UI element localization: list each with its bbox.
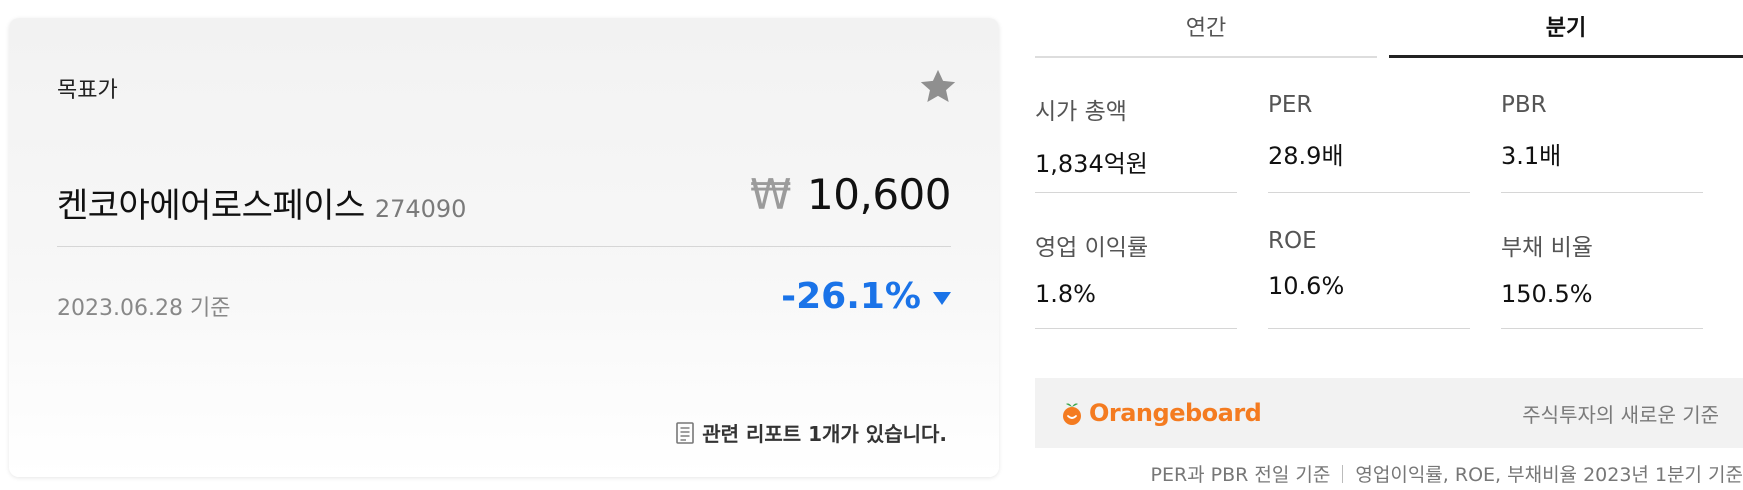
orange-fruit-icon [1063,403,1081,425]
footnote-separator [1342,465,1344,483]
related-report-link[interactable]: 관련 리포트 1개가 있습니다. [676,418,947,447]
metric-label: 부채 비율 [1501,235,1593,261]
metric-per: PER 28.9배 [1268,92,1470,193]
metric-label: 시가 총액 [1035,99,1127,125]
related-report-text: 관련 리포트 1개가 있습니다. [702,422,947,446]
target-price-value: 10,600 [807,170,951,219]
metric-value: 10.6% [1268,272,1345,300]
metric-pbr: PBR 3.1배 [1501,92,1703,193]
metric-divider [1035,328,1237,329]
metric-debt-ratio: 부채 비율 150.5% [1501,228,1703,329]
metric-operating-margin: 영업 이익률 1.8% [1035,228,1237,329]
footnote-ratios: 영업이익률, ROE, 부채비율 2023년 1분기 기준 [1355,464,1743,486]
company-name-row: 켄코아에어로스페이스 274090 [57,178,466,227]
metric-label: PBR [1501,92,1547,118]
as-of-date: 2023.06.28 기준 [57,296,231,321]
metric-label: 영업 이익률 [1035,235,1149,261]
company-name: 켄코아에어로스페이스 [57,186,365,226]
brand-tagline: 주식투자의 새로운 기준 [1522,402,1719,427]
tab-quarterly[interactable]: 분기 [1389,0,1743,58]
card-title: 목표가 [57,78,118,103]
tab-annual[interactable]: 연간 [1035,0,1377,58]
metric-divider [1501,328,1703,329]
down-triangle-icon [933,292,951,305]
metric-market-cap: 시가 총액 1,834억원 [1035,92,1237,193]
footnote-per-pbr: PER과 PBR 전일 기준 [1150,464,1331,486]
target-price: ₩10,600 [750,170,951,219]
metric-roe: ROE 10.6% [1268,228,1470,329]
metric-label: PER [1268,92,1313,118]
star-icon[interactable] [917,66,959,108]
metric-value: 3.1배 [1501,142,1562,170]
document-icon [676,421,694,444]
divider [57,246,951,247]
metric-divider [1035,192,1237,193]
metric-value: 150.5% [1501,280,1593,308]
metric-value: 1.8% [1035,280,1096,308]
metric-value: 1,834억원 [1035,150,1148,178]
metric-divider [1501,192,1703,193]
metric-divider [1268,192,1470,193]
metric-divider [1268,328,1470,329]
brand-name: Orangeboard [1089,399,1262,427]
orangeboard-banner[interactable]: Orangeboard 주식투자의 새로운 기준 [1035,378,1743,448]
currency-symbol: ₩ [750,170,792,219]
metric-value: 28.9배 [1268,142,1344,170]
metric-label: ROE [1268,228,1317,254]
period-tabs: 연간 분기 [1035,0,1743,58]
data-basis-footnote: PER과 PBR 전일 기준 영업이익률, ROE, 부채비율 2023년 1분기… [1151,460,1743,487]
company-code: 274090 [374,195,467,223]
target-price-card: 목표가 켄코아에어로스페이스 274090 ₩10,600 2023.06.28 … [9,18,999,477]
price-change-value: -26.1% [781,276,921,317]
price-change: -26.1% [781,276,951,317]
